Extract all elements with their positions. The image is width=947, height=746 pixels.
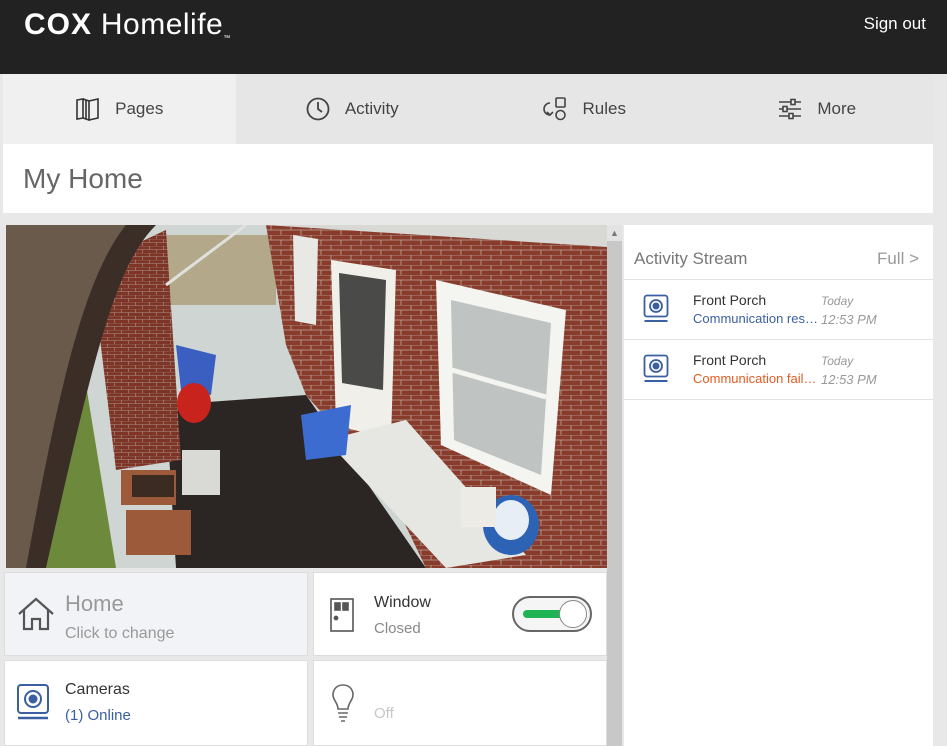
cameras-title: Cameras bbox=[65, 681, 130, 698]
window-sensor-tile[interactable]: Window Closed bbox=[313, 572, 607, 656]
activity-event-day: Today bbox=[821, 294, 854, 308]
sign-out-link[interactable]: Sign out bbox=[864, 14, 926, 34]
top-bar: COX Homelife™ Sign out bbox=[0, 0, 947, 74]
activity-event[interactable]: Front Porch Communication failure Today … bbox=[624, 340, 933, 400]
camera-icon bbox=[643, 354, 669, 382]
tab-more-label: More bbox=[817, 99, 857, 118]
activity-event-time: 12:53 PM bbox=[821, 372, 877, 387]
tab-pages-label: Pages bbox=[115, 99, 164, 118]
pages-icon bbox=[76, 98, 99, 122]
home-mode-subtitle: Click to change bbox=[65, 625, 175, 642]
rules-icon bbox=[542, 97, 566, 121]
tab-rules[interactable]: Rules bbox=[468, 74, 701, 144]
tab-pages[interactable]: Pages bbox=[3, 74, 236, 144]
camera-scrollbar[interactable]: ▲ bbox=[607, 225, 622, 746]
logo-product: Homelife bbox=[100, 8, 224, 41]
activity-event-device: Front Porch bbox=[693, 352, 767, 368]
window-sensor-status: Closed bbox=[374, 620, 421, 637]
cox-homelife-logo: COX Homelife™ bbox=[24, 8, 231, 42]
activity-stream-panel: Activity Stream Full > Front Porch Commu… bbox=[624, 225, 933, 746]
tab-activity-label: Activity bbox=[344, 99, 399, 118]
house-icon bbox=[18, 597, 54, 631]
camera-feed-image bbox=[6, 225, 607, 568]
lightbulb-icon bbox=[332, 684, 354, 722]
tab-activity[interactable]: Activity bbox=[236, 74, 469, 144]
activity-event-day: Today bbox=[821, 354, 854, 368]
activity-event-message: Communication failure bbox=[693, 371, 821, 386]
page-title: My Home bbox=[23, 163, 143, 194]
activity-stream-header: Activity Stream Full > bbox=[624, 225, 933, 280]
window-toggle-switch[interactable] bbox=[512, 596, 592, 632]
camera-icon bbox=[17, 684, 49, 720]
toggle-knob bbox=[559, 600, 587, 628]
activity-stream-title: Activity Stream bbox=[634, 249, 748, 268]
window-sensor-icon bbox=[330, 598, 354, 632]
cameras-tile[interactable]: Cameras (1) Online bbox=[4, 660, 308, 746]
light-tile[interactable]: Off bbox=[313, 660, 607, 746]
logo-trademark: ™ bbox=[223, 35, 231, 42]
page-title-card: My Home bbox=[3, 144, 933, 213]
clock-icon bbox=[306, 97, 330, 121]
scroll-up-arrow-icon[interactable]: ▲ bbox=[607, 225, 622, 241]
light-status: Off bbox=[374, 705, 394, 722]
home-mode-title: Home bbox=[65, 591, 124, 616]
mode-tile-home[interactable]: Home Click to change bbox=[4, 572, 308, 656]
camera-icon bbox=[643, 294, 669, 322]
sliders-icon bbox=[779, 98, 802, 120]
activity-event-message: Communication restored bbox=[693, 311, 821, 326]
tab-rules-label: Rules bbox=[582, 99, 626, 118]
cameras-online-count: (1) Online bbox=[65, 707, 131, 724]
activity-stream-full-link[interactable]: Full > bbox=[877, 249, 919, 269]
activity-event[interactable]: Front Porch Communication restored Today… bbox=[624, 280, 933, 340]
main-nav: Pages Activity Rules More bbox=[3, 74, 933, 144]
activity-event-time: 12:53 PM bbox=[821, 312, 877, 327]
activity-event-device: Front Porch bbox=[693, 292, 767, 308]
window-sensor-title: Window bbox=[374, 594, 431, 611]
camera-feed[interactable] bbox=[6, 225, 607, 568]
tab-more[interactable]: More bbox=[701, 74, 934, 144]
logo-brand: COX bbox=[24, 8, 93, 41]
